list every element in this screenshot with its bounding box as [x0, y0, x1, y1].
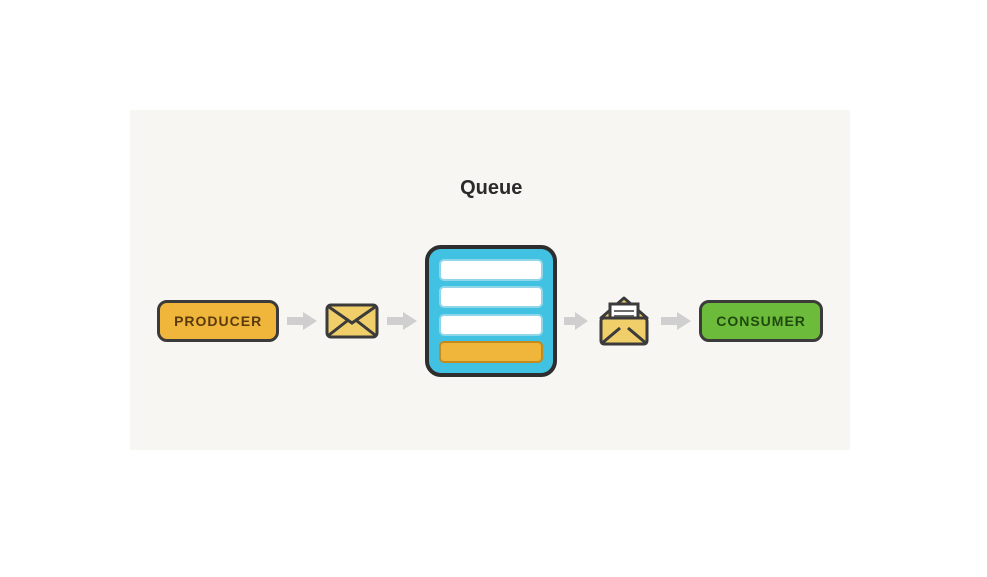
arrow-right-icon	[285, 309, 319, 333]
open-message-envelope-icon	[595, 292, 653, 350]
queue-slot	[439, 259, 543, 281]
queue-slot	[439, 314, 543, 336]
arrow-1	[285, 309, 319, 333]
arrow-right-icon	[659, 309, 693, 333]
consumer-node: CONSUMER	[699, 300, 823, 342]
diagram-canvas: PRODUCER Queue	[130, 110, 850, 450]
arrow-right-icon	[563, 309, 589, 333]
message-envelope-icon	[325, 301, 379, 341]
arrow-3	[563, 309, 589, 333]
queue-node: Queue	[425, 255, 557, 387]
queue-slot	[439, 341, 543, 363]
queue-box	[425, 245, 557, 377]
arrow-4	[659, 309, 693, 333]
pipeline-row: PRODUCER Queue	[130, 255, 850, 387]
arrow-2	[385, 309, 419, 333]
producer-node: PRODUCER	[157, 300, 279, 342]
queue-label: Queue	[425, 177, 557, 200]
arrow-right-icon	[385, 309, 419, 333]
queue-slot	[439, 286, 543, 308]
